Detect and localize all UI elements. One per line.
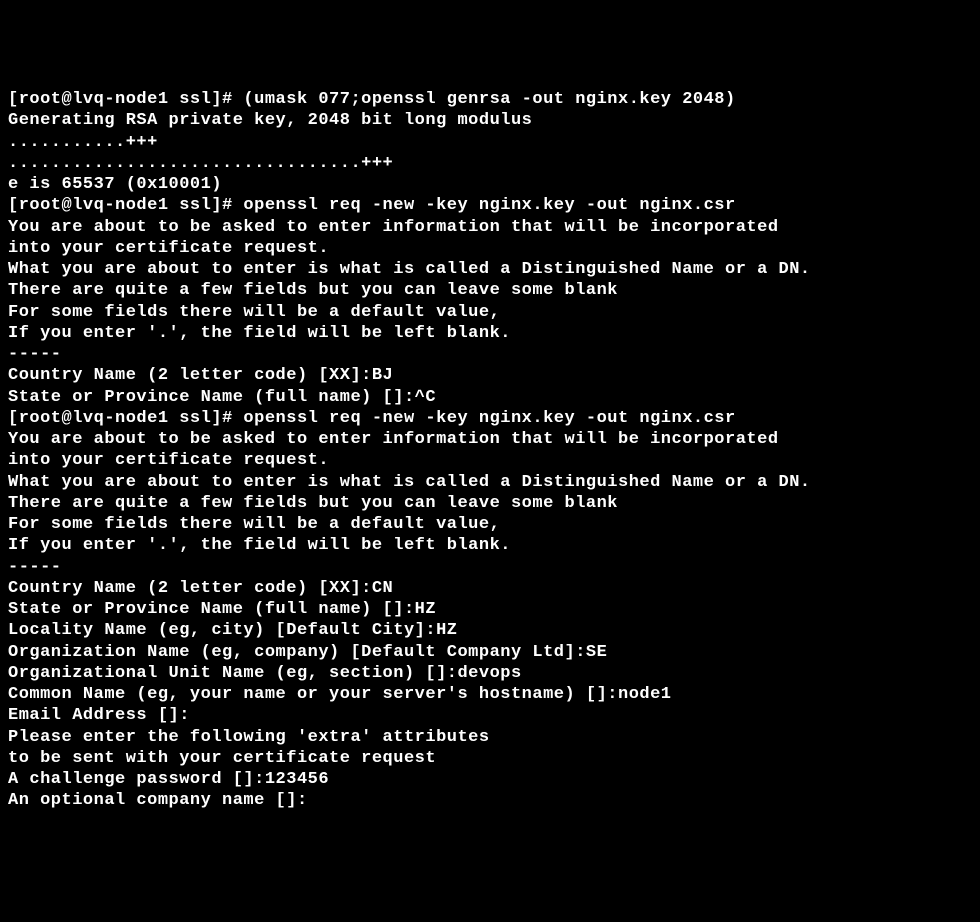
terminal-line: into your certificate request. — [8, 450, 972, 471]
terminal-line: Generating RSA private key, 2048 bit lon… — [8, 110, 972, 131]
terminal-line: You are about to be asked to enter infor… — [8, 217, 972, 238]
terminal-output[interactable]: [root@lvq-node1 ssl]# (umask 077;openssl… — [8, 89, 972, 812]
terminal-line: into your certificate request. — [8, 238, 972, 259]
terminal-line: Organization Name (eg, company) [Default… — [8, 642, 972, 663]
terminal-line: Organizational Unit Name (eg, section) [… — [8, 663, 972, 684]
terminal-line: .................................+++ — [8, 153, 972, 174]
terminal-line: e is 65537 (0x10001) — [8, 174, 972, 195]
terminal-line: An optional company name []: — [8, 790, 972, 811]
terminal-line: State or Province Name (full name) []:^C — [8, 387, 972, 408]
terminal-line: There are quite a few fields but you can… — [8, 280, 972, 301]
terminal-line: There are quite a few fields but you can… — [8, 493, 972, 514]
terminal-line: ...........+++ — [8, 132, 972, 153]
terminal-line: Please enter the following 'extra' attri… — [8, 727, 972, 748]
terminal-line: What you are about to enter is what is c… — [8, 259, 972, 280]
terminal-line: [root@lvq-node1 ssl]# (umask 077;openssl… — [8, 89, 972, 110]
terminal-line: A challenge password []:123456 — [8, 769, 972, 790]
terminal-line: [root@lvq-node1 ssl]# openssl req -new -… — [8, 195, 972, 216]
terminal-line: Country Name (2 letter code) [XX]:CN — [8, 578, 972, 599]
terminal-line: Email Address []: — [8, 705, 972, 726]
terminal-line: [root@lvq-node1 ssl]# openssl req -new -… — [8, 408, 972, 429]
terminal-line: For some fields there will be a default … — [8, 514, 972, 535]
terminal-line: You are about to be asked to enter infor… — [8, 429, 972, 450]
terminal-line: Locality Name (eg, city) [Default City]:… — [8, 620, 972, 641]
terminal-line: If you enter '.', the field will be left… — [8, 323, 972, 344]
terminal-line: State or Province Name (full name) []:HZ — [8, 599, 972, 620]
terminal-line: What you are about to enter is what is c… — [8, 472, 972, 493]
terminal-line: If you enter '.', the field will be left… — [8, 535, 972, 556]
terminal-line: For some fields there will be a default … — [8, 302, 972, 323]
terminal-line: Country Name (2 letter code) [XX]:BJ — [8, 365, 972, 386]
terminal-line: ----- — [8, 557, 972, 578]
terminal-line: to be sent with your certificate request — [8, 748, 972, 769]
terminal-line: ----- — [8, 344, 972, 365]
terminal-line: Common Name (eg, your name or your serve… — [8, 684, 972, 705]
